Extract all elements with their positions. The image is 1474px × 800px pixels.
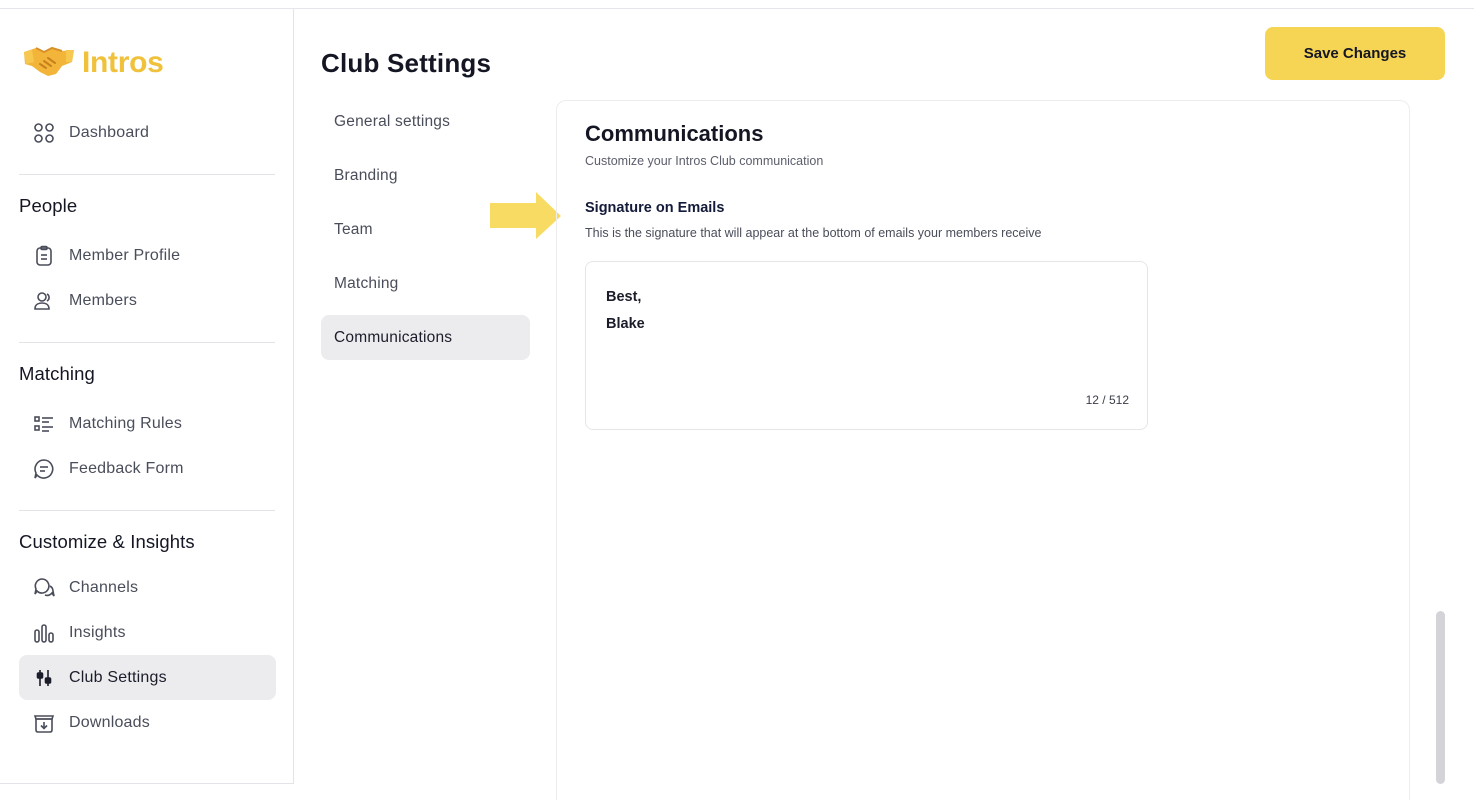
sidebar: Intros Dashboard People Member Profile M… <box>0 9 294 784</box>
settings-tab-general[interactable]: General settings <box>321 99 530 144</box>
sidebar-item-insights[interactable]: Insights <box>19 610 276 655</box>
sidebar-item-club-settings[interactable]: Club Settings <box>19 655 276 700</box>
signature-help-text: This is the signature that will appear a… <box>585 226 1042 240</box>
communications-panel: Communications Customize your Intros Clu… <box>556 100 1410 800</box>
sidebar-divider <box>19 342 275 343</box>
members-icon <box>32 289 56 313</box>
bar-chart-icon <box>32 621 56 645</box>
intros-logo[interactable]: Intros <box>22 41 164 85</box>
feedback-icon <box>32 457 56 481</box>
chat-bubbles-icon <box>32 576 56 600</box>
window-top-border <box>0 0 1474 9</box>
sidebar-item-feedback-form[interactable]: Feedback Form <box>19 446 276 491</box>
sidebar-item-channels[interactable]: Channels <box>19 565 276 610</box>
signature-textarea[interactable]: Best, Blake 12 / 512 <box>585 261 1148 430</box>
sidebar-item-member-profile[interactable]: Member Profile <box>19 233 276 278</box>
sidebar-item-label: Feedback Form <box>69 459 184 477</box>
sidebar-item-label: Downloads <box>69 713 150 731</box>
signature-line: Best, <box>606 289 642 305</box>
signature-label: Signature on Emails <box>585 200 725 216</box>
sidebar-item-label: Insights <box>69 623 126 641</box>
sidebar-item-downloads[interactable]: Downloads <box>19 700 276 745</box>
sidebar-item-label: Club Settings <box>69 668 167 686</box>
arrow-pointer-icon <box>490 192 562 245</box>
list-rules-icon <box>32 412 56 436</box>
logo-text: Intros <box>82 46 164 79</box>
download-box-icon <box>32 711 56 735</box>
handshake-icon <box>22 42 76 85</box>
clipboard-icon <box>32 244 56 268</box>
sidebar-bottom-border <box>0 783 294 784</box>
character-counter: 12 / 512 <box>1085 393 1129 407</box>
sidebar-item-label: Matching Rules <box>69 414 183 432</box>
sidebar-item-label: Members <box>69 291 138 309</box>
sidebar-item-label: Member Profile <box>69 246 181 264</box>
panel-title: Communications <box>585 121 764 146</box>
sliders-icon <box>32 666 56 690</box>
settings-tab-matching[interactable]: Matching <box>321 261 530 306</box>
panel-subtitle: Customize your Intros Club communication <box>585 154 824 168</box>
sidebar-item-members[interactable]: Members <box>19 278 276 323</box>
sidebar-divider <box>19 174 275 175</box>
sidebar-item-label: Dashboard <box>69 123 150 141</box>
section-title-people: People <box>19 195 78 216</box>
save-changes-button[interactable]: Save Changes <box>1265 27 1445 80</box>
sidebar-item-matching-rules[interactable]: Matching Rules <box>19 401 276 446</box>
sidebar-divider <box>19 510 275 511</box>
dashboard-grid-icon <box>32 121 56 145</box>
section-title-customize: Customize & Insights <box>19 531 195 552</box>
section-title-matching: Matching <box>19 363 95 384</box>
scrollbar-thumb[interactable] <box>1436 611 1445 784</box>
sidebar-item-dashboard[interactable]: Dashboard <box>19 110 276 155</box>
page-title: Club Settings <box>321 48 492 78</box>
sidebar-item-label: Channels <box>69 578 139 596</box>
signature-line: Blake <box>606 316 645 332</box>
settings-tab-communications[interactable]: Communications <box>321 315 530 360</box>
